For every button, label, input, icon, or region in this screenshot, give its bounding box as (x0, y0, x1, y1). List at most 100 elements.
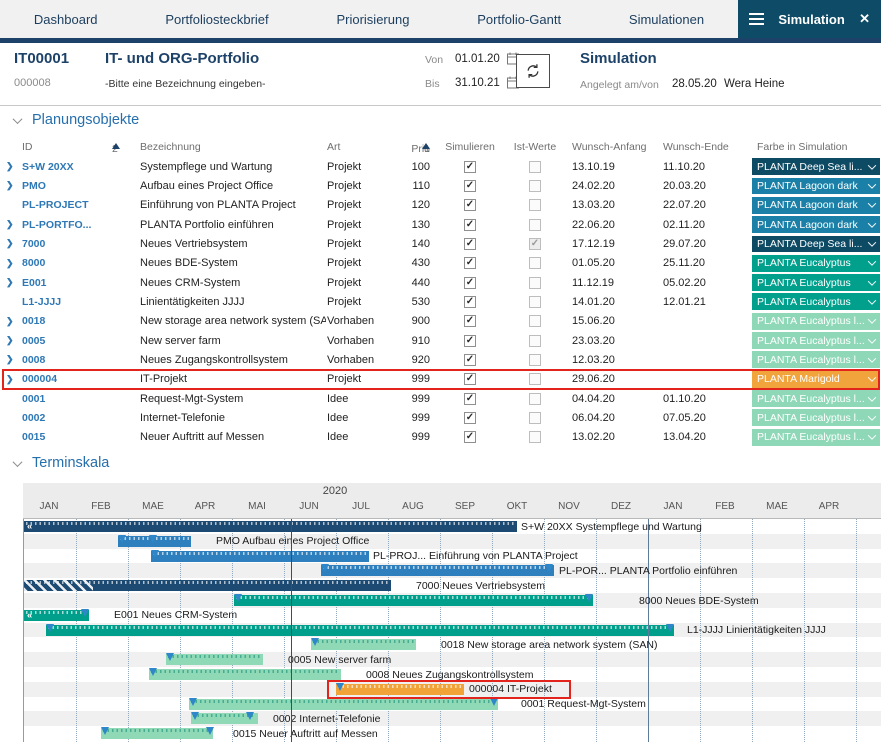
row-id[interactable]: E001 (22, 273, 106, 292)
color-select[interactable]: PLANTA Eucalyptus l... (752, 332, 880, 349)
nav-tab-simulationen[interactable]: Simulationen (629, 12, 704, 27)
row-id[interactable]: 0008 (22, 350, 106, 369)
expand-arrow-icon[interactable]: ❯ (6, 312, 14, 331)
expand-arrow-icon[interactable]: ❯ (6, 273, 14, 292)
expand-arrow-icon[interactable]: ❯ (6, 157, 14, 176)
checkbox-simulieren[interactable]: ✓ (464, 199, 476, 211)
milestone-marker-icon[interactable] (81, 609, 89, 617)
table-row[interactable]: ❯0005New server farmVorhaben910✓23.03.20… (0, 331, 881, 350)
row-id[interactable]: 8000 (22, 254, 106, 273)
table-row[interactable]: ❯E001Neues CRM-SystemProjekt440✓11.12.19… (0, 273, 881, 292)
table-row[interactable]: ❯PL-PORTFO...PLANTA Portfolio einführenP… (0, 215, 881, 234)
col-wunsch-ende[interactable]: Wunsch-Ende (663, 141, 729, 153)
table-row[interactable]: ❯0018New storage area network system (SA… (0, 312, 881, 331)
table-row[interactable]: ❯7000Neues VertriebsystemProjekt140✓✓17.… (0, 234, 881, 253)
milestone-marker-icon[interactable] (666, 624, 674, 632)
gantt-bar[interactable] (46, 625, 674, 636)
checkbox-ist-werte[interactable] (529, 199, 541, 211)
milestone-marker-icon[interactable] (545, 564, 553, 572)
checkbox-simulieren[interactable]: ✓ (464, 393, 476, 405)
milestone-marker-icon[interactable] (149, 535, 157, 543)
color-select[interactable]: PLANTA Deep Sea li... (752, 236, 880, 253)
nav-tab-portfoliosteckbrief[interactable]: Portfoliosteckbrief (165, 12, 268, 27)
col-wunsch-anfang[interactable]: Wunsch-Anfang (572, 141, 647, 153)
gantt-bar[interactable] (189, 699, 498, 710)
milestone-marker-icon[interactable] (151, 550, 159, 558)
gantt-bar[interactable] (24, 610, 89, 621)
refresh-button[interactable] (516, 54, 550, 88)
gantt-bar[interactable] (336, 684, 464, 695)
nav-tab-priorisierung[interactable]: Priorisierung (336, 12, 409, 27)
table-row[interactable]: ❯S+W 20XXSystempflege und WartungProjekt… (0, 157, 881, 176)
milestone-marker-icon[interactable] (206, 727, 214, 735)
checkbox-ist-werte[interactable] (529, 373, 541, 385)
gantt-bar[interactable] (101, 728, 213, 739)
expand-arrow-icon[interactable]: ❯ (6, 370, 14, 389)
milestone-marker-icon[interactable] (166, 653, 174, 661)
table-row[interactable]: PL-PROJECTEinführung von PLANTA ProjectP… (0, 196, 881, 215)
expand-arrow-icon[interactable]: ❯ (6, 350, 14, 369)
col-id[interactable]: ID (22, 141, 33, 153)
color-select[interactable]: PLANTA Lagoon dark (752, 216, 880, 233)
table-row[interactable]: ❯8000Neues BDE-SystemProjekt430✓01.05.20… (0, 254, 881, 273)
milestone-marker-icon[interactable] (246, 712, 254, 720)
nav-tab-portfolio-gantt[interactable]: Portfolio-Gantt (477, 12, 561, 27)
checkbox-ist-werte[interactable]: ✓ (529, 238, 541, 250)
row-id[interactable]: 000004 (22, 370, 106, 389)
col-art[interactable]: Art (327, 141, 340, 153)
milestone-marker-icon[interactable] (149, 668, 157, 676)
checkbox-simulieren[interactable]: ✓ (464, 180, 476, 192)
checkbox-simulieren[interactable]: ✓ (464, 431, 476, 443)
checkbox-ist-werte[interactable] (529, 257, 541, 269)
gantt-bar[interactable] (24, 521, 517, 532)
row-id[interactable]: PMO (22, 176, 106, 195)
checkbox-ist-werte[interactable] (529, 315, 541, 327)
row-id[interactable]: 0018 (22, 312, 106, 331)
row-id[interactable]: 7000 (22, 234, 106, 253)
table-row[interactable]: 0002Internet-TelefonieIdee999✓06.04.2007… (0, 408, 881, 427)
expand-arrow-icon[interactable]: ❯ (6, 254, 14, 273)
color-select[interactable]: PLANTA Marigold (752, 371, 880, 388)
collapse-chevron-icon[interactable] (13, 114, 23, 124)
table-row[interactable]: 0001Request-Mgt-SystemIdee999✓04.04.2001… (0, 389, 881, 408)
gantt-bar[interactable] (321, 565, 554, 576)
color-select[interactable]: PLANTA Eucalyptus l... (752, 390, 880, 407)
col-bezeichnung[interactable]: Bezeichnung (140, 141, 201, 153)
checkbox-ist-werte[interactable] (529, 393, 541, 405)
gantt-bar[interactable] (149, 669, 341, 680)
checkbox-ist-werte[interactable] (529, 354, 541, 366)
color-select[interactable]: PLANTA Eucalyptus (752, 274, 880, 291)
col-simulieren[interactable]: Simulieren (430, 141, 510, 153)
gantt-bar[interactable] (234, 595, 593, 606)
table-row[interactable]: 0015Neuer Auftritt auf MessenIdee999✓13.… (0, 428, 881, 447)
checkbox-simulieren[interactable]: ✓ (464, 277, 476, 289)
gantt-bar[interactable] (166, 654, 263, 665)
color-select[interactable]: PLANTA Eucalyptus l... (752, 409, 880, 426)
table-row[interactable]: L1-JJJJLinientätigkeiten JJJJProjekt530✓… (0, 292, 881, 311)
hamburger-icon[interactable] (749, 13, 764, 25)
color-select[interactable]: PLANTA Eucalyptus (752, 255, 880, 272)
milestone-marker-icon[interactable] (321, 564, 329, 572)
table-row[interactable]: ❯PMOAufbau eines Project OfficeProjekt11… (0, 176, 881, 195)
checkbox-simulieren[interactable]: ✓ (464, 257, 476, 269)
nav-tab-dashboard[interactable]: Dashboard (34, 12, 98, 27)
milestone-marker-icon[interactable] (118, 535, 126, 543)
checkbox-simulieren[interactable]: ✓ (464, 373, 476, 385)
checkbox-ist-werte[interactable] (529, 180, 541, 192)
checkbox-ist-werte[interactable] (529, 431, 541, 443)
close-icon[interactable]: ✕ (859, 11, 870, 27)
milestone-marker-icon[interactable] (46, 624, 54, 632)
row-id[interactable]: PL-PORTFO... (22, 215, 106, 234)
milestone-marker-icon[interactable] (336, 683, 344, 691)
table-row[interactable]: ❯0008Neues ZugangskontrollsystemVorhaben… (0, 350, 881, 369)
tab-simulation-active[interactable]: Simulation ✕ (738, 0, 881, 38)
expand-arrow-icon[interactable]: ❯ (6, 331, 14, 350)
collapse-chevron-icon[interactable] (13, 457, 23, 467)
milestone-marker-icon[interactable] (191, 712, 199, 720)
milestone-marker-icon[interactable] (311, 638, 319, 646)
col-ist-werte[interactable]: Ist-Werte (510, 141, 560, 153)
checkbox-ist-werte[interactable] (529, 412, 541, 424)
row-id[interactable]: S+W 20XX (22, 157, 106, 176)
checkbox-ist-werte[interactable] (529, 335, 541, 347)
checkbox-simulieren[interactable]: ✓ (464, 412, 476, 424)
